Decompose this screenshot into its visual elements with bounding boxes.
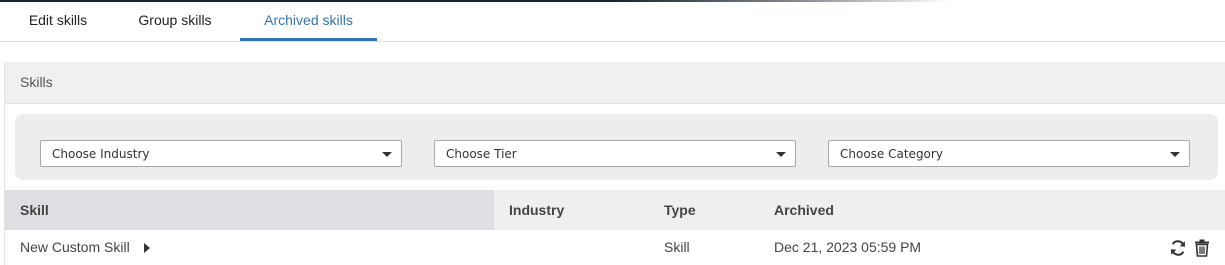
panel-header: Skills [5,62,1225,104]
expand-arrow-icon[interactable] [144,243,150,253]
trash-icon[interactable] [1193,238,1213,258]
column-header-skill[interactable]: Skill [20,190,49,230]
column-header-type[interactable]: Type [664,190,696,230]
tab-archived-skills[interactable]: Archived skills [240,2,377,41]
table-row: New Custom Skill Skill Dec 21, 2023 05:5… [5,230,1225,265]
industry-select-label: Choose Industry [52,147,150,161]
caret-down-icon [776,152,786,157]
sorted-column-highlight [5,190,494,230]
restore-icon[interactable] [1168,238,1188,258]
filter-bar: Choose Industry Choose Tier Choose Categ… [15,114,1218,180]
skill-name[interactable]: New Custom Skill [20,230,130,265]
tier-select[interactable]: Choose Tier [434,140,796,167]
skills-panel: Skills Choose Industry Choose Tier Choos… [4,62,1225,265]
panel-title: Skills [20,74,53,90]
table-header: Skill Industry Type Archived [5,190,1225,230]
tab-group-skills[interactable]: Group skills [124,2,226,39]
category-select[interactable]: Choose Category [828,140,1190,167]
archived-date-cell: Dec 21, 2023 05:59 PM [774,239,922,255]
caret-down-icon [1170,152,1180,157]
column-header-industry[interactable]: Industry [509,190,564,230]
tier-select-label: Choose Tier [446,147,517,161]
tab-edit-skills[interactable]: Edit skills [16,2,100,39]
type-cell: Skill [664,239,690,255]
caret-down-icon [382,152,392,157]
column-header-archived[interactable]: Archived [774,190,834,230]
industry-select[interactable]: Choose Industry [40,140,402,167]
category-select-label: Choose Category [840,147,943,161]
tab-bar: Edit skills Group skills Archived skills [0,2,1225,42]
